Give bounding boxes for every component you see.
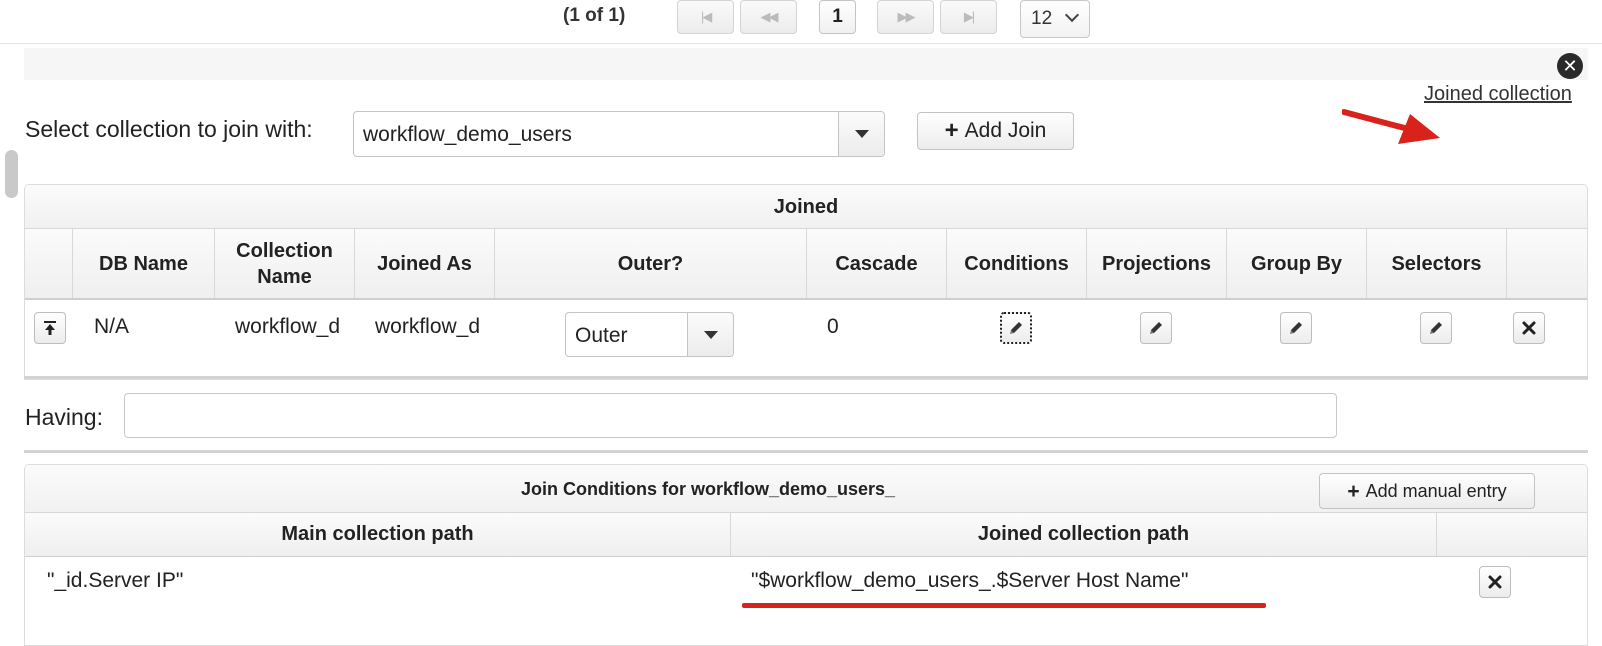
join-conditions-table: Join Conditions for workflow_demo_users_… [24,464,1588,646]
close-circle-icon[interactable]: ✕ [1557,53,1583,79]
joined-table: Joined DB Name Collection Name Joined As… [24,184,1588,380]
panel-header [24,48,1588,80]
chevron-down-icon [1064,7,1080,23]
header-cascade[interactable]: Cascade [807,229,947,298]
header-main-path[interactable]: Main collection path [25,513,731,556]
pencil-icon [1430,322,1442,334]
header-joined-as[interactable]: Joined As [355,229,495,298]
outer-select-value: Outer [575,324,628,347]
pencil-icon [1290,322,1302,334]
join-conditions-caption: Join Conditions for workflow_demo_users_… [25,465,1587,513]
next-page-icon[interactable]: ▶▶ [877,0,934,34]
triangle-down-icon [854,130,869,138]
collection-select[interactable]: workflow_demo_users [353,111,885,157]
header-collection-name[interactable]: Collection Name [215,229,355,298]
collection-select-value: workflow_demo_users [363,123,572,146]
pencil-icon [1010,322,1022,334]
dropdown-toggle[interactable] [687,313,733,356]
select-collection-label: Select collection to join with: [25,116,313,142]
vertical-scrollbar[interactable] [0,44,24,646]
delete-condition-button[interactable] [1479,566,1511,598]
scrollbar-thumb[interactable] [5,150,18,198]
joined-as-cell: workflow_d [375,315,481,338]
page-button-1[interactable]: 1 [819,0,856,34]
triangle-down-icon [703,330,718,339]
joined-collection-link[interactable]: Joined collection [1424,83,1572,106]
prev-page-icon[interactable]: ◀◀ [740,0,797,34]
delete-icon [1488,575,1502,589]
outer-select[interactable]: Outer [565,312,734,357]
rows-per-page-select[interactable]: 12 [1020,0,1090,38]
move-to-top-icon[interactable] [34,312,66,344]
header-projections[interactable]: Projections [1087,229,1227,298]
collection-name-cell: workflow_d [235,315,341,338]
header-db-name[interactable]: DB Name [73,229,215,298]
divider [24,376,1588,379]
paginator: (1 of 1) |◀ ◀◀ 1 ▶▶ ▶| 12 [0,0,1602,44]
table-row: N/A workflow_d workflow_d Outer 0 [25,302,1587,379]
joined-table-header: DB Name Collection Name Joined As Outer?… [25,229,1587,300]
join-conditions-title: Join Conditions for workflow_demo_users_ [520,479,896,499]
delete-icon [1522,321,1536,335]
main-path-cell[interactable]: "_id.Server IP" [47,569,183,593]
header-move [25,229,73,298]
edit-conditions-button[interactable] [1000,312,1032,344]
first-page-icon[interactable]: |◀ [677,0,734,34]
having-input[interactable] [124,393,1337,438]
header-delete [1437,513,1587,556]
edit-projections-button[interactable] [1140,312,1172,344]
plus-icon: + [944,117,959,144]
annotation-arrow-icon [1342,109,1440,144]
header-joined-path[interactable]: Joined collection path [731,513,1437,556]
edit-selectors-button[interactable] [1420,312,1452,344]
header-outer[interactable]: Outer? [495,229,807,298]
table-row: "_id.Server IP" "$workflow_demo_users_.$… [25,557,1587,645]
db-name-cell: N/A [94,315,130,338]
joined-path-cell[interactable]: "$workflow_demo_users_.$Server Host Name… [751,569,1188,593]
add-manual-entry-button[interactable]: + Add manual entry [1319,473,1535,509]
join-panel: ✕ Joined collection Select collection to… [24,48,1588,646]
page-count-label: (1 of 1) [563,5,626,26]
having-label: Having: [25,404,103,430]
joined-table-caption: Joined [25,185,1587,229]
add-manual-entry-label: Add manual entry [1365,480,1507,501]
cascade-cell: 0 [827,315,839,338]
rows-per-page-value: 12 [1031,8,1053,29]
add-join-label: Add Join [964,119,1047,142]
add-join-button[interactable]: + Add Join [917,112,1074,150]
header-delete [1507,229,1587,298]
last-page-icon[interactable]: ▶| [940,0,997,34]
divider [24,450,1588,453]
plus-icon: + [1347,479,1360,503]
delete-join-button[interactable] [1513,312,1545,344]
header-selectors[interactable]: Selectors [1367,229,1507,298]
edit-group-by-button[interactable] [1280,312,1312,344]
header-group-by[interactable]: Group By [1227,229,1367,298]
dropdown-toggle[interactable] [838,112,884,156]
header-conditions[interactable]: Conditions [947,229,1087,298]
join-conditions-header: Main collection path Joined collection p… [25,513,1587,557]
highlight-underline [742,603,1266,608]
pencil-icon [1150,322,1162,334]
